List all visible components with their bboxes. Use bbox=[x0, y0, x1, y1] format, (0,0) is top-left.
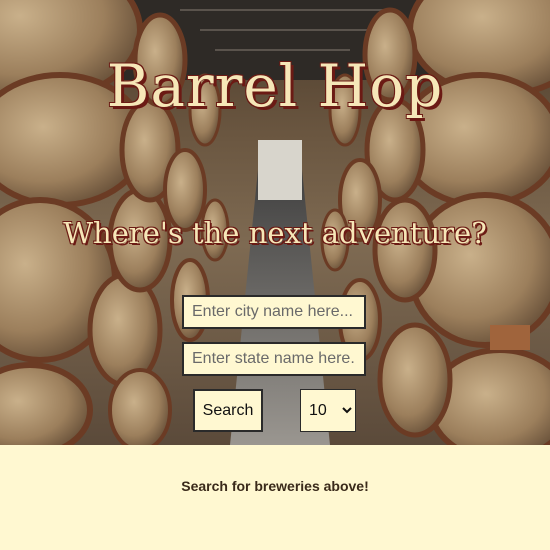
hero-banner: Barrel Hop Where's the next adventure? S… bbox=[0, 0, 550, 445]
site-tagline: Where's the next adventure? bbox=[63, 216, 487, 250]
city-input[interactable] bbox=[182, 295, 366, 329]
results-count-select[interactable]: 10 bbox=[300, 389, 356, 432]
search-button[interactable]: Search bbox=[193, 389, 263, 432]
site-title: Barrel Hop bbox=[106, 52, 444, 120]
state-input[interactable] bbox=[182, 342, 366, 376]
results-message: Search for breweries above! bbox=[181, 478, 369, 494]
